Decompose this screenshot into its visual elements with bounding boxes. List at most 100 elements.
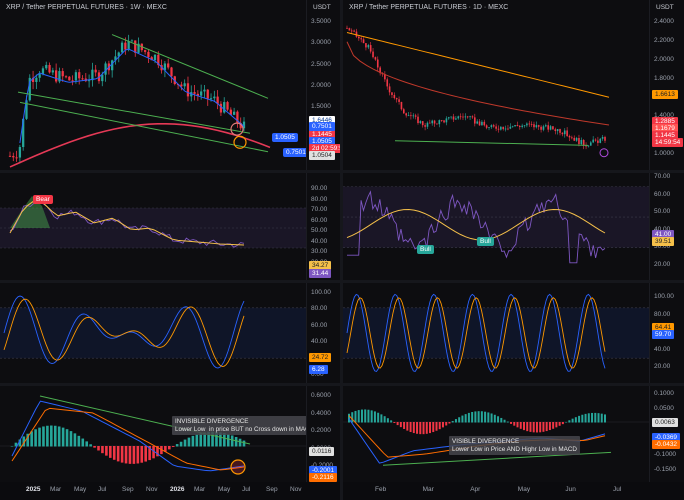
left-rsi-axis[interactable]: 90.0080.0070.0060.0050.0040.0030.0020.00… [306, 173, 341, 280]
right-time-tick: Jul [613, 486, 622, 493]
macd-histogram-bar [484, 411, 487, 423]
daily-candle [507, 128, 509, 130]
daily-candle [500, 126, 502, 130]
left-time-tick: Sep [266, 486, 278, 493]
macd-histogram-bar [510, 422, 513, 424]
left-rsi-tick: 60.00 [311, 216, 328, 224]
macd-histogram-bar [571, 418, 574, 423]
macd-histogram-bar [230, 435, 234, 447]
left-rsi-panel[interactable]: Bear [0, 173, 306, 280]
left-stoch-axis[interactable]: 100.0080.0060.0040.0020.000.00 24.726.28 [306, 283, 341, 383]
weekly-candle [68, 76, 71, 81]
macd-histogram-bar [242, 440, 246, 447]
left-price-axis[interactable]: USDT 3.50003.00002.50002.00001.50001.000… [306, 0, 350, 170]
left-stoch-tick: 80.00 [311, 305, 328, 313]
daily-ma-orange [346, 32, 610, 98]
right-stoch-axis[interactable]: 100.0080.0060.0040.0020.00 64.4159.70 [649, 283, 684, 383]
daily-candle [556, 129, 559, 132]
macd-histogram-bar [116, 446, 120, 462]
left-stoch-panel[interactable] [0, 283, 306, 383]
daily-candle [514, 125, 516, 127]
left-float-label-2: 0.7501 [283, 148, 306, 157]
macd-histogram-bar [89, 444, 92, 447]
left-macd-tag: -0.2116 [309, 473, 337, 482]
daily-candle [559, 129, 561, 133]
right-rsi-panel[interactable]: Bull Bull [343, 173, 649, 280]
daily-candle [571, 137, 573, 139]
daily-candle [386, 79, 389, 87]
daily-candle [561, 132, 564, 135]
macd-histogram-bar [377, 412, 380, 423]
weekly-candle [232, 111, 236, 115]
macd-histogram-bar [136, 446, 140, 464]
left-macd-panel[interactable]: INVISIBLE DIVERGENCE Lower Low in price … [0, 386, 306, 482]
weekly-candle [101, 74, 104, 82]
macd-histogram-bar [69, 431, 73, 447]
left-price-panel[interactable]: XRP / Tether PERPETUAL FUTURES · 1W · ME… [0, 0, 306, 170]
bull-signal-label-2: Bull [477, 237, 494, 246]
right-macd-panel[interactable]: VISIBLE DIVERGENCE Lower Low in Price AN… [343, 386, 649, 482]
daily-candle [462, 116, 464, 118]
daily-candle [374, 57, 377, 60]
daily-candle [575, 137, 578, 141]
daily-candle [433, 120, 436, 124]
right-rsi-svg [343, 186, 649, 264]
right-time-axis[interactable]: Feb Mar Apr May Jun Jul [343, 482, 684, 500]
weekly-candle [15, 157, 18, 159]
right-price-axis[interactable]: USDT 2.40002.20002.00001.80001.60001.400… [649, 0, 684, 170]
left-time-tick: May [74, 486, 87, 493]
macd-histogram-bar [367, 409, 370, 423]
daily-candle [478, 121, 481, 126]
daily-candle [372, 51, 374, 58]
right-macd-tag: -0.0432 [652, 440, 681, 449]
daily-candle [398, 99, 400, 102]
left-price-tag: 1.0504 [309, 151, 335, 160]
right-price-panel[interactable]: XRP / Tether PERPETUAL FUTURES · 1D · ME… [343, 0, 649, 170]
macd-histogram-bar [574, 417, 577, 423]
daily-candle [395, 98, 398, 100]
left-time-axis[interactable]: 2025 Mar May Jul Sep Nov 2026 Mar May Jul Sep Nov [0, 482, 340, 500]
macd-histogram-bar [584, 413, 587, 423]
weekly-candle [167, 63, 170, 68]
macd-histogram-bar [600, 413, 603, 423]
daily-candle [528, 123, 531, 125]
left-macd-axis[interactable]: 0.60000.40000.20000.0000-0.2000 0.0116-0… [306, 386, 341, 482]
macd-histogram-bar [81, 438, 85, 447]
macd-histogram-bar [429, 422, 432, 434]
right-macd-axis[interactable]: 0.10000.05000.0000-0.0500-0.1000-0.1500 … [649, 386, 684, 482]
right-rsi-axis[interactable]: 70.0060.0050.0040.0030.0020.00 41.0039.5… [649, 173, 684, 280]
weekly-candle [78, 72, 81, 79]
macd-histogram-bar [555, 422, 558, 428]
macd-histogram-bar [506, 421, 509, 423]
daily-candle [365, 43, 367, 48]
daily-candle [554, 129, 557, 132]
daily-marker-circle [599, 148, 609, 158]
daily-candle [407, 115, 410, 117]
macd-histogram-bar [435, 422, 438, 431]
daily-candle [476, 121, 479, 124]
daily-candle [424, 125, 426, 127]
right-stoch-panel[interactable] [343, 283, 649, 383]
macd-histogram-bar [354, 410, 357, 423]
macd-histogram-bar [109, 446, 112, 458]
macd-histogram-bar [568, 420, 571, 423]
daily-ma-red [346, 41, 610, 126]
left-price-tag: 0.7501 [309, 122, 335, 131]
macd-histogram-bar [167, 446, 171, 450]
weekly-candle [61, 71, 64, 77]
macd-histogram-bar [370, 410, 373, 423]
weekly-candle [124, 42, 127, 50]
left-time-tick: Jul [242, 486, 251, 493]
macd-histogram-bar [441, 422, 444, 428]
right-time-tick: Mar [422, 486, 434, 493]
macd-histogram-bar [46, 425, 49, 447]
daily-candle [490, 125, 493, 128]
macd-histogram-bar [73, 433, 77, 447]
daily-candle [504, 128, 507, 130]
right-price-tag: 1.6613 [652, 90, 678, 99]
weekly-candle [200, 91, 203, 96]
macd-histogram-bar [604, 414, 606, 423]
daily-candle [348, 28, 351, 31]
right-price-tag: 14:59:54 [652, 138, 684, 147]
macd-histogram-bar [238, 438, 242, 447]
